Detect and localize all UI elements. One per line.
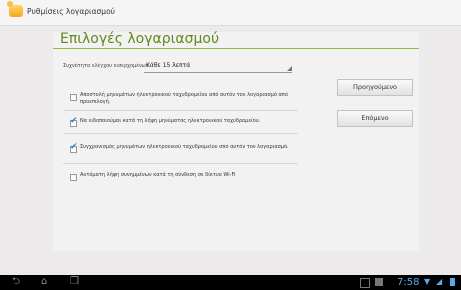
home-icon[interactable]: ⌂	[41, 276, 47, 288]
checkbox-auto-download-attachments[interactable]	[70, 174, 77, 181]
clock: 7:58	[397, 277, 420, 288]
previous-button[interactable]: Προηγούμενο	[337, 79, 413, 96]
check-frequency-label: Συχνότητα ελέγχου εισερχομένων	[63, 63, 149, 69]
settings-app-icon	[7, 1, 23, 17]
window-title: Ρυθμίσεις λογαριασμού	[27, 7, 115, 16]
battery-icon	[450, 278, 455, 286]
back-icon[interactable]: ⮌	[12, 276, 20, 288]
title-bar: Ρυθμίσεις λογαριασμού	[0, 0, 461, 26]
check-frequency-select[interactable]: Κάθε 15 λεπτά	[144, 59, 292, 73]
checkbox-sync-email[interactable]: ✔	[70, 142, 78, 153]
row-divider	[63, 133, 298, 134]
check-frequency-value: Κάθε 15 λεπτά	[146, 62, 191, 69]
checkbox-send-default[interactable]	[70, 94, 77, 101]
recent-apps-icon[interactable]: ❐	[70, 276, 79, 288]
dropdown-arrow-icon	[287, 66, 292, 71]
row-divider	[63, 110, 298, 111]
page-title: Επιλογές λογαριασμού	[60, 31, 220, 47]
next-button[interactable]: Επόμενο	[337, 110, 413, 127]
checkbox-notify-email[interactable]: ✔	[70, 116, 78, 127]
signal-icon: ◢	[436, 277, 443, 286]
checkmark-icon: ✔	[70, 116, 78, 126]
checkmark-icon: ✔	[70, 142, 78, 152]
wifi-icon: ▼	[424, 277, 431, 286]
title-divider	[53, 48, 419, 49]
option-label: Να ειδοποιούμαι κατά τη λήψη μηνύματος η…	[80, 118, 261, 124]
screenshot-icon	[360, 278, 370, 288]
option-label: Αυτόματη λήψη συνημμένων κατά τη σύνδεση…	[80, 172, 236, 178]
option-label: Συγχρονισμός μηνυμάτων ηλεκτρονικού ταχυ…	[80, 144, 289, 150]
system-bar: ⮌ ⌂ ❐ 7:58 ▼ ◢	[0, 275, 461, 290]
row-divider	[63, 163, 298, 164]
gallery-icon	[375, 278, 383, 286]
option-label: Αποστολή μηνυμάτων ηλεκτρονικού ταχυδρομ…	[80, 92, 288, 105]
